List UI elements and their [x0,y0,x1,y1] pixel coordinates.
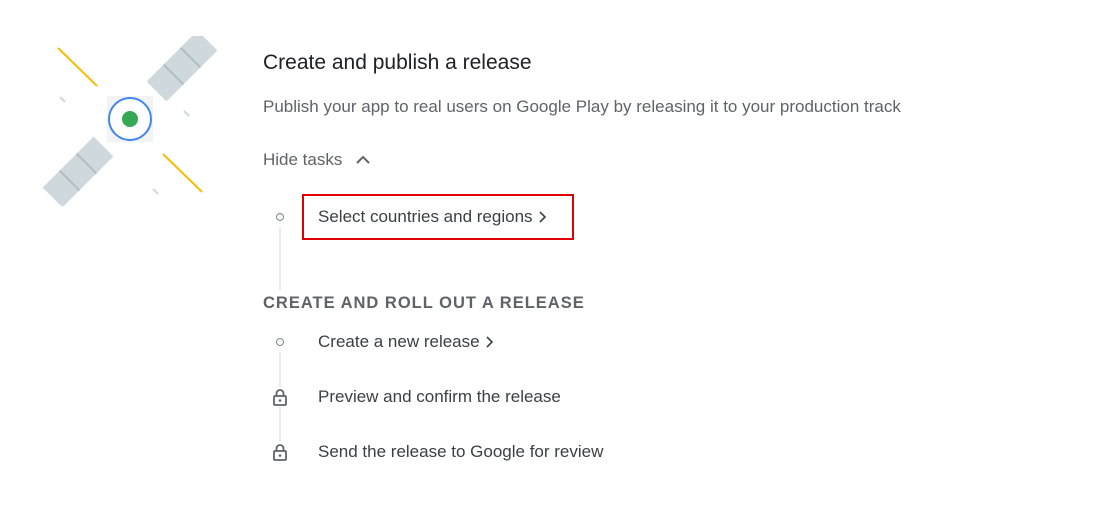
task-item[interactable]: Select countries and regions [270,205,549,229]
release-card: Create and publish a release Publish you… [0,0,1093,527]
task-status-open-icon [270,207,290,227]
page-title: Create and publish a release [263,51,532,74]
task-link-select-countries[interactable]: Select countries and regions [318,207,533,227]
chevron-up-icon [356,155,371,164]
hide-tasks-label: Hide tasks [263,150,343,169]
section-heading: CREATE AND ROLL OUT A RELEASE [263,294,585,312]
chevron-right-icon [538,211,546,223]
task-rail-1 [279,222,281,290]
task-link-create-release[interactable]: Create a new release [318,332,480,352]
task-label-preview-release: Preview and confirm the release [318,387,561,406]
lock-icon [270,387,290,407]
task-item: Send the release to Google for review [270,440,603,464]
hide-tasks-toggle[interactable]: Hide tasks [263,150,372,170]
satellite-illustration [42,36,218,206]
task-status-open-icon [270,332,290,352]
task-label-send-for-review: Send the release to Google for review [318,442,604,461]
lock-icon [270,442,290,462]
task-item[interactable]: Create a new release [270,330,496,354]
chevron-right-icon [486,336,493,348]
task-item: Preview and confirm the release [270,385,561,409]
page-subtitle: Publish your app to real users on Google… [263,97,901,116]
